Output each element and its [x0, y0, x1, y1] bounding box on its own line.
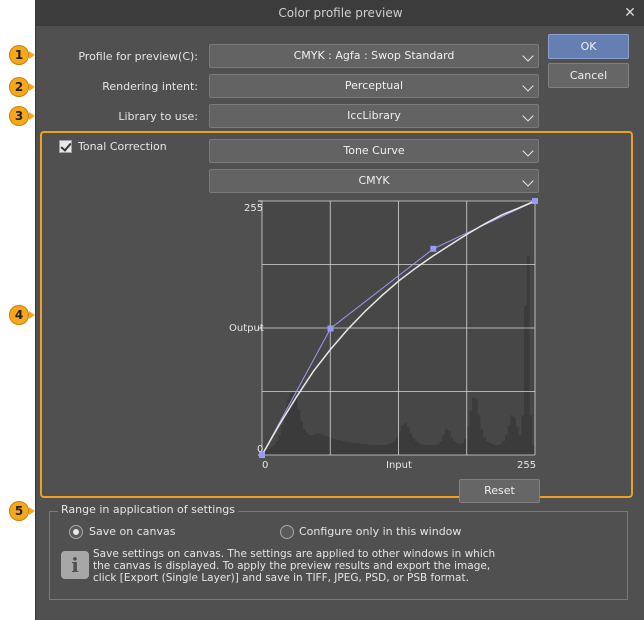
- range-group-legend: Range in application of settings: [58, 503, 239, 516]
- callout-badge-4: 4: [9, 305, 35, 325]
- tone-curve-chart[interactable]: 255 0 Output 0 255 Input: [220, 196, 550, 474]
- save-on-canvas-label[interactable]: Save on canvas: [89, 525, 175, 538]
- tonal-correction-checkbox[interactable]: [59, 140, 72, 153]
- chevron-down-icon: [522, 80, 534, 92]
- rendering-intent-value: Perceptual: [344, 79, 404, 92]
- correction-method-value: Tone Curve: [343, 144, 405, 157]
- save-on-canvas-radio[interactable]: [69, 525, 83, 539]
- reset-button[interactable]: Reset: [459, 479, 540, 503]
- configure-window-label[interactable]: Configure only in this window: [299, 525, 461, 538]
- control-point-2[interactable]: [430, 245, 437, 252]
- library-select-value: IccLibrary: [347, 109, 401, 122]
- profile-label: Profile for preview(C):: [78, 50, 198, 63]
- library-label: Library to use:: [118, 110, 198, 123]
- profile-select[interactable]: CMYK : Agfa : Swop Standard: [209, 44, 539, 68]
- callout-badge-3: 3: [9, 106, 35, 126]
- info-line-2: the canvas is displayed. To apply the pr…: [93, 560, 491, 572]
- channel-select-value: CMYK: [358, 174, 390, 187]
- callout-badge-1: 1: [9, 45, 35, 65]
- control-point-3[interactable]: [532, 198, 538, 204]
- info-description: Save settings on canvas. The settings ar…: [93, 548, 533, 584]
- close-icon[interactable]: ✕: [621, 0, 639, 26]
- profile-select-value: CMYK : Agfa : Swop Standard: [293, 49, 455, 62]
- x-axis-label: Input: [386, 460, 412, 471]
- rendering-intent-label: Rendering intent:: [102, 80, 198, 93]
- y-axis-label: Output: [229, 323, 264, 334]
- info-line-1: Save settings on canvas. The settings ar…: [93, 548, 496, 560]
- x-tick-min: 0: [262, 460, 268, 471]
- chevron-down-icon: [522, 175, 534, 187]
- cancel-button[interactable]: Cancel: [548, 63, 629, 88]
- rendering-intent-select[interactable]: Perceptual: [209, 74, 539, 98]
- callout-badge-2: 2: [9, 77, 35, 97]
- info-line-3: click [Export (Single Layer)] and save i…: [93, 572, 469, 584]
- library-select[interactable]: IccLibrary: [209, 104, 539, 128]
- chevron-down-icon: [522, 50, 534, 62]
- correction-method-select[interactable]: Tone Curve: [209, 139, 539, 163]
- chevron-down-icon: [522, 110, 534, 122]
- callout-badge-5: 5: [9, 501, 35, 521]
- y-tick-max: 255: [244, 203, 263, 214]
- dialog-titlebar: Color profile preview ✕: [36, 0, 644, 26]
- x-tick-max: 255: [517, 460, 536, 471]
- channel-select[interactable]: CMYK: [209, 169, 539, 193]
- chevron-down-icon: [522, 145, 534, 157]
- dialog-title: Color profile preview: [278, 6, 403, 20]
- tonal-correction-label: Tonal Correction: [78, 140, 167, 153]
- ok-button[interactable]: OK: [548, 34, 629, 59]
- configure-window-radio[interactable]: [280, 525, 294, 539]
- control-point-1[interactable]: [327, 325, 334, 332]
- y-tick-min: 0: [257, 444, 263, 455]
- info-icon: i: [61, 551, 89, 579]
